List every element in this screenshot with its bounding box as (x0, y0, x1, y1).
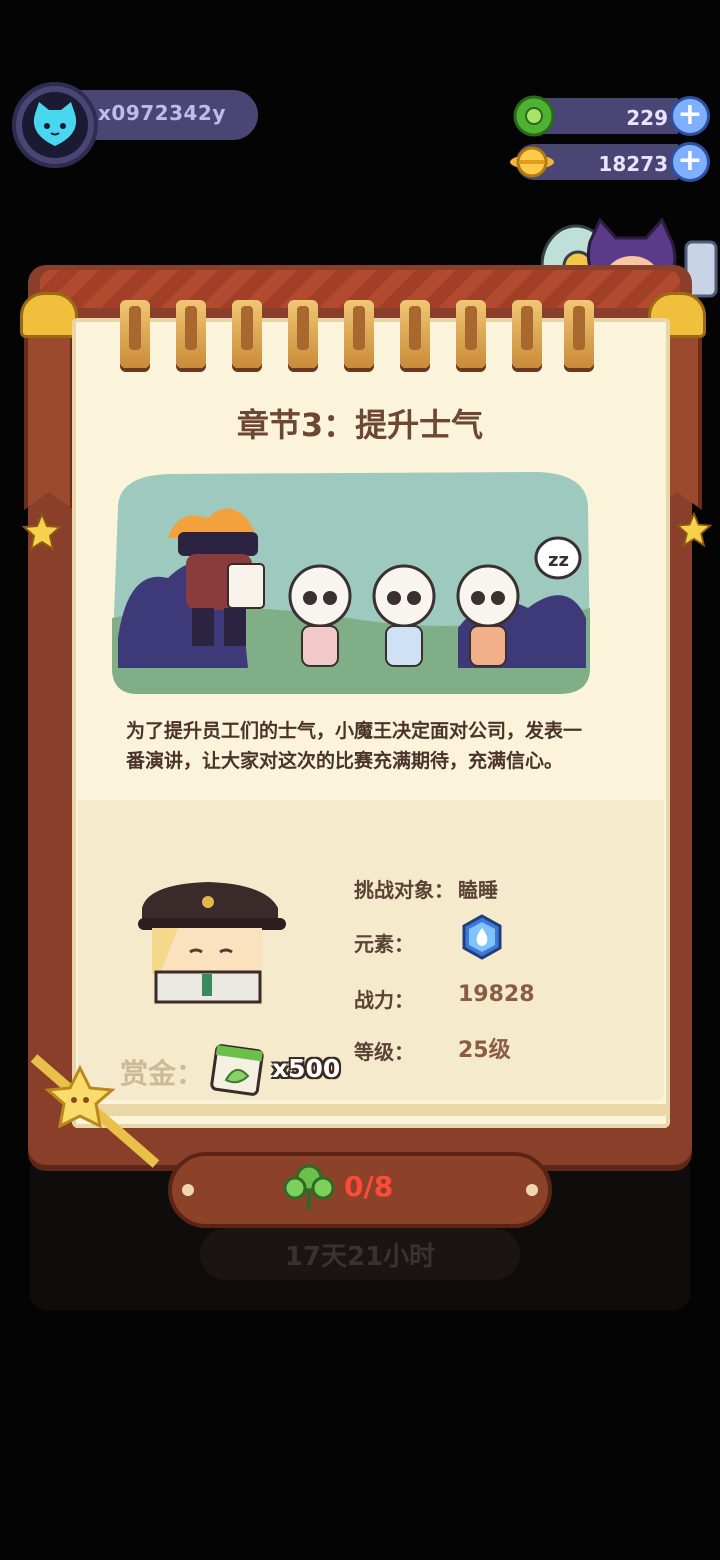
chapter-story: 为了提升员工们的士气，小魔王决定面对公司，发表一番演讲，让大家对这次的比赛充满期… (126, 720, 583, 772)
herb-icon (283, 1164, 335, 1210)
boss-portrait[interactable] (138, 878, 286, 1010)
chapter-illustration: zz (112, 472, 590, 694)
add-gems-button[interactable]: + (670, 96, 710, 136)
reward-item-icon (210, 1044, 264, 1096)
spiral-ring (400, 300, 430, 368)
gem-count: 229 (626, 106, 668, 130)
add-coins-button[interactable]: + (670, 142, 710, 182)
time-remaining: 17天21小时 (284, 1242, 436, 1272)
spiral-ring (288, 300, 318, 368)
spiral-ring (456, 300, 486, 368)
left-bell-icon (20, 292, 78, 338)
star-icon (22, 512, 62, 552)
star-tag-decoration (30, 1054, 160, 1168)
power-value: 19828 (458, 982, 535, 1007)
spiral-ring (176, 300, 206, 368)
element-label: 元素： (354, 932, 414, 956)
coin-count: 18273 (598, 152, 668, 176)
page-edge (88, 1104, 668, 1116)
water-element-icon (462, 914, 502, 960)
spiral-ring (564, 300, 594, 368)
plaque-rivet (526, 1184, 538, 1196)
level-label: 等级： (354, 1040, 414, 1064)
cat-avatar-icon (33, 102, 77, 146)
spiral-ring (120, 300, 150, 368)
star-icon (676, 512, 712, 548)
level-value: 25级 (458, 1038, 511, 1063)
spiral-ring (344, 300, 374, 368)
reward-count: x500 (272, 1054, 341, 1083)
power-label: 战力： (354, 988, 414, 1012)
chapter-title: 章节3：提升士气 (236, 406, 484, 444)
player-name: x0972342y (98, 101, 226, 125)
spiral-ring (232, 300, 262, 368)
svg-text:zz: zz (548, 550, 569, 571)
target-label: 挑战对象： (354, 878, 454, 902)
plaque-rivet (182, 1184, 194, 1196)
target-value: 瞌睡 (458, 878, 498, 902)
spiral-ring (512, 300, 542, 368)
progress-count: 0/8 (344, 1170, 394, 1203)
